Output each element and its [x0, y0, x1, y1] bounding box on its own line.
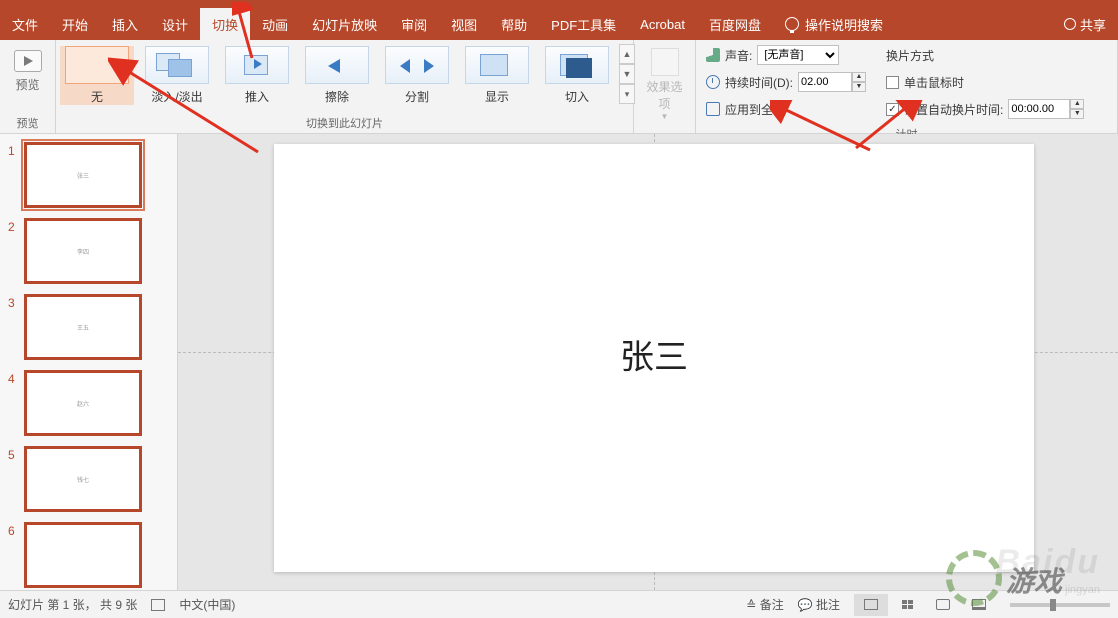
thumbnail-5[interactable]: 钱七 [24, 446, 142, 512]
slide-count: 幻灯片 第 1 张， 共 9 张 [8, 596, 137, 613]
current-slide[interactable]: 张三 [274, 144, 1034, 572]
view-slideshow[interactable] [962, 594, 996, 616]
slide-canvas[interactable]: 张三 [178, 134, 1118, 590]
after-input[interactable] [1008, 99, 1070, 119]
after-spinner[interactable]: ▲▼ [1070, 99, 1084, 119]
tab-view[interactable]: 视图 [439, 8, 489, 40]
sound-select[interactable]: [无声音] [757, 45, 839, 65]
thumbnail-2[interactable]: 李四 [24, 218, 142, 284]
on-click-label: 单击鼠标时 [904, 74, 964, 91]
chevron-down-icon: ▼ [644, 112, 685, 121]
after-label: 设置自动换片时间: [904, 101, 1003, 118]
group-transition-label: 切换到此幻灯片 [56, 113, 633, 133]
share-icon [1064, 18, 1076, 30]
gallery-scroll[interactable]: ▲▼▾ [619, 44, 635, 104]
duration-spinner[interactable]: ▲▼ [852, 72, 866, 92]
view-reading[interactable] [926, 594, 960, 616]
apply-to-all[interactable]: 应用到全部 [706, 98, 866, 120]
ribbon-tabs: 文件 开始 插入 设计 切换 动画 幻灯片放映 审阅 视图 帮助 PDF工具集 … [0, 8, 1118, 40]
tab-design[interactable]: 设计 [150, 8, 200, 40]
sound-icon [706, 48, 720, 62]
thumbnail-4[interactable]: 赵六 [24, 370, 142, 436]
tab-slideshow[interactable]: 幻灯片放映 [300, 8, 389, 40]
tab-tellme[interactable]: 操作说明搜索 [773, 8, 895, 40]
zoom-slider[interactable] [1010, 603, 1110, 607]
ribbon: 预览 预览 无 淡入/淡出 推入 擦除 分割 显示 切入 ▲▼▾ 切换到此幻灯片… [0, 40, 1118, 134]
tab-review[interactable]: 审阅 [389, 8, 439, 40]
tab-help[interactable]: 帮助 [489, 8, 539, 40]
language[interactable]: 中文(中国) [179, 596, 235, 613]
transition-push[interactable]: 推入 [220, 46, 294, 105]
thumbnail-1[interactable]: 张三 [24, 142, 142, 208]
tab-baidu[interactable]: 百度网盘 [697, 8, 773, 40]
thumbnail-3[interactable]: 王五 [24, 294, 142, 360]
transition-none[interactable]: 无 [60, 46, 134, 105]
view-sorter[interactable] [890, 594, 924, 616]
transition-fade[interactable]: 淡入/淡出 [140, 46, 214, 105]
slide-text[interactable]: 张三 [620, 330, 688, 379]
share-button[interactable]: 共享 [1052, 8, 1118, 40]
tab-pdf[interactable]: PDF工具集 [539, 8, 628, 40]
transition-split[interactable]: 分割 [380, 46, 454, 105]
status-bar: 幻灯片 第 1 张， 共 9 张 中文(中国) ≙ 备注 💬 批注 [0, 590, 1118, 618]
transition-gallery: 无 淡入/淡出 推入 擦除 分割 显示 切入 ▲▼▾ [56, 40, 633, 113]
tab-acrobat[interactable]: Acrobat [628, 8, 697, 40]
transition-reveal[interactable]: 显示 [460, 46, 534, 105]
comments-button[interactable]: 💬 批注 [798, 596, 840, 613]
sound-label: 声音: [725, 47, 752, 64]
clock-icon [706, 75, 720, 89]
transition-cut[interactable]: 切入 [540, 46, 614, 105]
preview-button[interactable]: 预览 [6, 44, 49, 97]
thumbnail-6[interactable] [24, 522, 142, 588]
tab-home[interactable]: 开始 [50, 8, 100, 40]
slide-thumbnails[interactable]: 1张三 2李四 3王五 4赵六 5钱七 6 [0, 134, 178, 590]
duration-label: 持续时间(D): [725, 74, 793, 91]
apply-all-icon [706, 102, 720, 116]
accessibility-icon[interactable] [151, 599, 165, 611]
advance-title: 换片方式 [886, 44, 1084, 66]
bulb-icon [785, 17, 799, 31]
tab-insert[interactable]: 插入 [100, 8, 150, 40]
view-normal[interactable] [854, 594, 888, 616]
notes-button[interactable]: ≙ 备注 [746, 596, 783, 613]
after-checkbox[interactable]: ✓ [886, 103, 899, 116]
transition-wipe[interactable]: 擦除 [300, 46, 374, 105]
tab-transition[interactable]: 切换 [200, 8, 250, 40]
tab-animation[interactable]: 动画 [250, 8, 300, 40]
play-icon [14, 50, 42, 72]
on-click-checkbox[interactable] [886, 76, 899, 89]
effect-options: 效果选项 ▼ [640, 44, 689, 125]
tab-file[interactable]: 文件 [0, 8, 50, 40]
effect-icon [651, 48, 679, 76]
group-preview-label: 预览 [0, 113, 55, 133]
duration-input[interactable] [798, 72, 852, 92]
